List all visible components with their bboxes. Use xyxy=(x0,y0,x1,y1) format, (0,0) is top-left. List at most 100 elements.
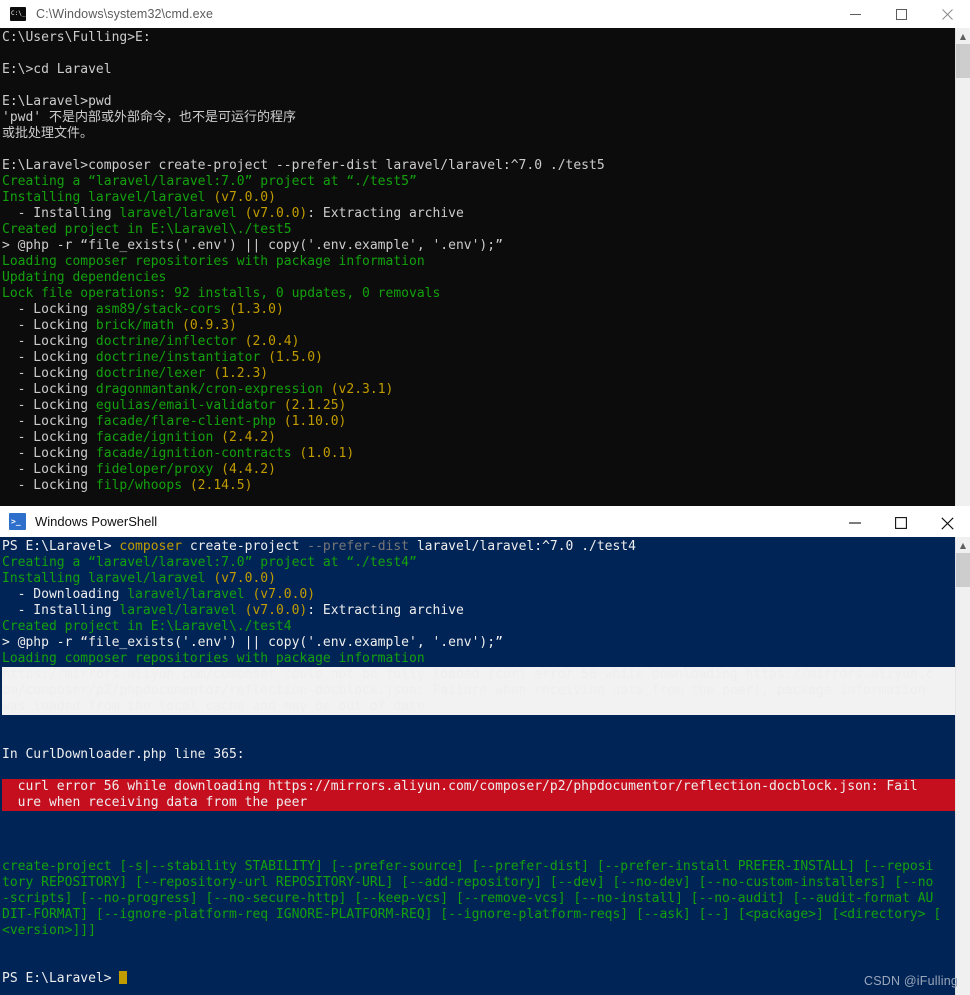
terminal-line: - Locking fideloper/proxy (4.4.2) xyxy=(2,462,956,478)
cmd-terminal-output[interactable]: C:\Users\Fulling>E: E:\>cd Laravel E:\La… xyxy=(0,28,956,512)
terminal-text-run: laravel/laravel xyxy=(119,206,245,221)
terminal-text-run xyxy=(2,715,10,730)
cmd-scrollbar-thumb[interactable] xyxy=(956,44,970,78)
terminal-text-run: brick/math xyxy=(95,318,183,333)
terminal-text-run: https://mirrors.aliyun.com/composer coul… xyxy=(2,667,934,682)
terminal-text-run: --prefer-dist xyxy=(307,539,417,554)
minimize-icon[interactable] xyxy=(832,0,878,28)
terminal-line: tory REPOSITORY] [--repository-url REPOS… xyxy=(2,875,956,891)
terminal-text-run: 或批处理文件。 xyxy=(2,126,94,141)
powershell-window-title: Windows PowerShell xyxy=(35,514,158,529)
terminal-text-run: : Extracting archive xyxy=(307,206,464,221)
terminal-text-run: > @php -r “file_exists('.env') || copy('… xyxy=(2,635,503,650)
terminal-text-run: om/composer/p2/phpdocumentor/reflection-… xyxy=(2,683,926,698)
terminal-text-run: DIT-FORMAT] [--ignore-platform-req IGNOR… xyxy=(2,907,942,922)
terminal-text-run: Lock file operations: 92 installs, 0 upd… xyxy=(2,286,441,301)
terminal-text-run xyxy=(2,843,10,858)
terminal-text-run: - Locking xyxy=(2,462,96,477)
terminal-text-run: Created project in E:\Laravel\./test4 xyxy=(2,619,292,634)
terminal-line: E:\>cd Laravel xyxy=(2,62,956,78)
terminal-text-run: : Extracting archive xyxy=(307,603,464,618)
terminal-text-run: facade/ignition-contracts xyxy=(95,446,300,461)
terminal-line xyxy=(2,763,956,779)
terminal-text-run: - Locking xyxy=(2,414,96,429)
powershell-window-controls xyxy=(832,508,970,536)
terminal-line: E:\Laravel>composer create-project --pre… xyxy=(2,158,956,174)
terminal-line: Loading composer repositories with packa… xyxy=(2,254,956,270)
terminal-text-run: - Locking xyxy=(2,366,96,381)
terminal-line: -scripts] [--no-progress] [--no-secure-h… xyxy=(2,891,956,907)
terminal-text-run xyxy=(2,955,10,970)
terminal-text-run: facade/flare-client-php xyxy=(95,414,284,429)
terminal-line: create-project [-s|--stability STABILITY… xyxy=(2,859,956,875)
terminal-line xyxy=(2,843,956,859)
terminal-line: 或批处理文件。 xyxy=(2,126,956,142)
terminal-text-run: create-project [-s|--stability STABILITY… xyxy=(2,859,934,874)
cmd-titlebar[interactable]: C:\Windows\system32\cmd.exe xyxy=(0,0,970,28)
terminal-text-run: (v2.3.1) xyxy=(330,382,394,397)
close-icon[interactable] xyxy=(924,0,970,28)
terminal-text-run: - Installing xyxy=(2,206,120,221)
terminal-text-run: (2.1.25) xyxy=(283,398,347,413)
terminal-text-run: (2.0.4) xyxy=(244,334,300,349)
powershell-scrollbar-thumb[interactable] xyxy=(956,553,970,587)
terminal-text-run: Installing laravel/laravel xyxy=(2,190,214,205)
terminal-text-run: (1.2.3) xyxy=(213,366,269,381)
powershell-titlebar[interactable]: Windows PowerShell xyxy=(0,506,970,537)
terminal-line: Updating dependencies xyxy=(2,270,956,286)
terminal-line: DIT-FORMAT] [--ignore-platform-req IGNOR… xyxy=(2,907,956,923)
terminal-line: - Locking facade/ignition (2.4.2) xyxy=(2,430,956,446)
cmd-text-lines: C:\Users\Fulling>E: E:\>cd Laravel E:\La… xyxy=(0,28,956,494)
terminal-text-run: (v7.0.0) xyxy=(244,206,308,221)
terminal-text-run: - Locking xyxy=(2,334,96,349)
terminal-text-run: <version>]]] xyxy=(2,923,96,938)
terminal-line: Created project in E:\Laravel\./test4 xyxy=(2,619,956,635)
terminal-line: - Locking dragonmantank/cron-expression … xyxy=(2,382,956,398)
terminal-line: - Locking doctrine/instantiator (1.5.0) xyxy=(2,350,956,366)
terminal-line: - Installing laravel/laravel (v7.0.0): E… xyxy=(2,206,956,222)
terminal-text-run: (v7.0.0) xyxy=(244,603,308,618)
terminal-line xyxy=(2,811,956,827)
terminal-text-run: Created project in E:\Laravel\./test5 xyxy=(2,222,292,237)
terminal-text-run: facade/ignition xyxy=(95,430,222,445)
terminal-line: Creating a “laravel/laravel:7.0” project… xyxy=(2,555,956,571)
terminal-line: In CurlDownloader.php line 365: xyxy=(2,747,956,763)
terminal-text-run: curl error 56 while downloading https://… xyxy=(2,779,918,794)
powershell-scrollbar[interactable]: ▲ xyxy=(955,537,970,995)
text-cursor xyxy=(119,971,128,984)
terminal-text-run: C:\Users\Fulling>E: xyxy=(2,30,151,45)
terminal-line: - Locking brick/math (0.9.3) xyxy=(2,318,956,334)
terminal-text-run: - Locking xyxy=(2,318,96,333)
terminal-text-run: PS E:\Laravel> xyxy=(2,539,120,554)
powershell-prompt-line[interactable]: PS E:\Laravel> xyxy=(2,971,956,987)
powershell-terminal-output[interactable]: PS E:\Laravel> composer create-project -… xyxy=(0,537,956,995)
maximize-icon[interactable] xyxy=(878,508,924,539)
cmd-window-controls xyxy=(832,0,970,28)
powershell-app-icon xyxy=(9,513,26,530)
terminal-line: E:\Laravel>pwd xyxy=(2,94,956,110)
scroll-up-arrow-icon[interactable]: ▲ xyxy=(956,537,970,553)
terminal-text-run: - Locking xyxy=(2,398,96,413)
terminal-text-run xyxy=(2,763,10,778)
minimize-icon[interactable] xyxy=(832,508,878,539)
terminal-text-run: laravel/laravel xyxy=(127,587,253,602)
terminal-line: Created project in E:\Laravel\./test5 xyxy=(2,222,956,238)
close-icon[interactable] xyxy=(924,508,970,539)
terminal-text-run xyxy=(2,731,10,746)
terminal-line: - Locking asm89/stack-cors (1.3.0) xyxy=(2,302,956,318)
scroll-up-arrow-icon[interactable]: ▲ xyxy=(956,28,970,44)
terminal-text-run: Updating dependencies xyxy=(2,270,167,285)
cmd-scrollbar[interactable]: ▲ xyxy=(955,28,970,512)
watermark: CSDN @iFulling xyxy=(864,974,958,988)
terminal-text-run: laravel/laravel xyxy=(119,603,245,618)
terminal-text-run: (1.3.0) xyxy=(228,302,284,317)
terminal-line: - Installing laravel/laravel (v7.0.0): E… xyxy=(2,603,956,619)
terminal-line: was loaded from the local cache and may … xyxy=(2,699,956,715)
cmd-app-icon xyxy=(10,7,26,21)
prompt-text: PS E:\Laravel> xyxy=(2,971,120,986)
maximize-icon[interactable] xyxy=(878,0,924,28)
terminal-text-run: egulias/email-validator xyxy=(95,398,284,413)
terminal-line: - Downloading laravel/laravel (v7.0.0) xyxy=(2,587,956,603)
terminal-line: - Locking facade/ignition-contracts (1.0… xyxy=(2,446,956,462)
terminal-line: - Locking doctrine/inflector (2.0.4) xyxy=(2,334,956,350)
